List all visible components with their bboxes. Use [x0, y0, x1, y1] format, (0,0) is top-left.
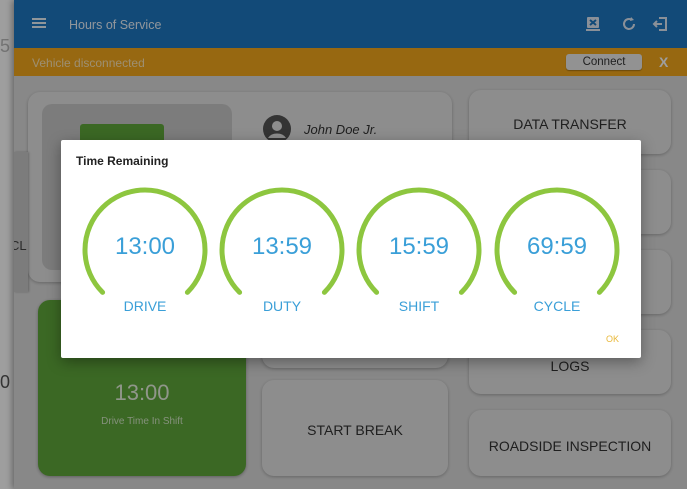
cycle-gauge: 69:59 CYCLE — [487, 180, 627, 320]
drive-gauge-label: DRIVE — [123, 298, 167, 314]
duty-gauge-time: 13:59 — [251, 233, 313, 260]
shift-gauge: 15:59 SHIFT — [349, 180, 489, 320]
cycle-gauge-time: 69:59 — [526, 233, 588, 260]
cycle-gauge-label: CYCLE — [533, 298, 581, 314]
ok-button[interactable]: OK — [606, 334, 619, 344]
drive-gauge-time: 13:00 — [114, 233, 176, 260]
dialog-title: Time Remaining — [76, 154, 169, 168]
drive-gauge: 13:00 DRIVE — [75, 180, 215, 320]
shift-gauge-time: 15:59 — [388, 233, 450, 260]
duty-gauge-label: DUTY — [262, 298, 302, 314]
time-remaining-dialog: Time Remaining 13:00 DRIVE 13:59 DUTY 15… — [61, 140, 641, 358]
duty-gauge: 13:59 DUTY — [212, 180, 352, 320]
shift-gauge-label: SHIFT — [398, 298, 440, 314]
